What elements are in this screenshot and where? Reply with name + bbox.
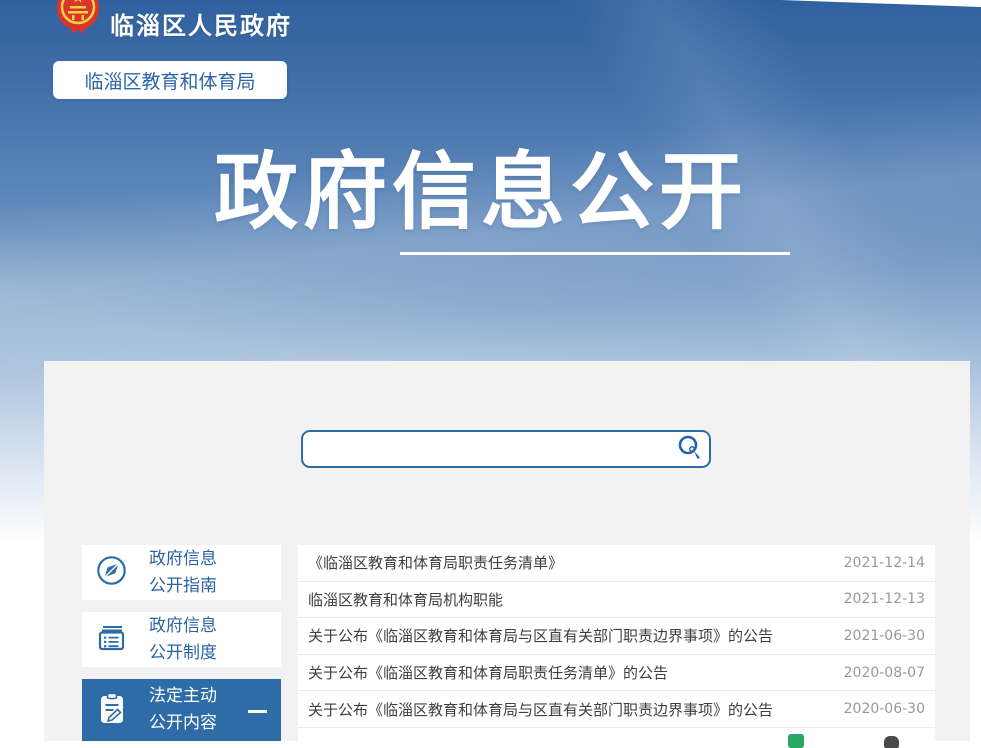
- article-row[interactable]: 临淄区教育和体育局机构职能 2021-12-13: [298, 582, 935, 619]
- article-list: 《临淄区教育和体育局职责任务清单》 2021-12-14 临淄区教育和体育局机构…: [298, 545, 935, 741]
- article-row[interactable]: 关于公布《临淄区教育和体育局职责任务清单》的公告 2020-08-07: [298, 655, 935, 692]
- book-list-icon: [96, 622, 127, 657]
- share-icon-green[interactable]: [788, 734, 804, 748]
- sidebar-item-label: 政府信息 公开制度: [149, 613, 217, 667]
- article-date: 2021-06-30: [844, 628, 925, 644]
- title-underline: [400, 252, 790, 255]
- article-date: 2021-12-14: [844, 555, 925, 571]
- national-emblem-icon: [55, 0, 101, 48]
- search-input[interactable]: [303, 434, 671, 464]
- article-link[interactable]: 关于公布《临淄区教育和体育局职责任务清单》的公告: [308, 662, 668, 683]
- article-date: 2020-08-07: [844, 665, 925, 681]
- minus-icon[interactable]: [248, 710, 267, 713]
- article-link[interactable]: 临淄区教育和体育局机构职能: [308, 589, 503, 610]
- article-link[interactable]: 关于公布《临淄区教育和体育局与区直有关部门职责边界事项》的公告: [308, 625, 773, 646]
- page-title: 政府信息公开: [0, 146, 962, 238]
- article-link[interactable]: 关于公布《临淄区教育和体育局与区直有关部门职责边界事项》的公告: [308, 699, 773, 720]
- sidebar-item-guide[interactable]: 政府信息 公开指南: [82, 545, 281, 600]
- article-date: 2021-12-13: [844, 591, 925, 607]
- department-tab-label: 临淄区教育和体育局: [84, 67, 255, 94]
- sidebar-item-statutory-disclosure[interactable]: 法定主动 公开内容: [82, 679, 281, 741]
- article-row[interactable]: 《临淄区教育和体育局职责任务清单》 2021-12-14: [298, 545, 935, 582]
- article-row[interactable]: 关于公布《临淄区教育和体育局与区直有关部门职责边界事项》的公告 2020-06-…: [298, 691, 935, 728]
- search-button[interactable]: [671, 432, 709, 466]
- sidebar-item-label: 法定主动 公开内容: [149, 683, 217, 737]
- search-box: [301, 430, 711, 468]
- compass-icon: [96, 555, 127, 590]
- article-date: 2020-06-30: [844, 701, 925, 717]
- site-title: 临淄区人民政府: [110, 6, 292, 41]
- article-link[interactable]: 《临淄区教育和体育局职责任务清单》: [308, 552, 563, 573]
- sidebar-item-system[interactable]: 政府信息 公开制度: [82, 612, 281, 667]
- search-icon: [676, 434, 704, 465]
- share-icon-dark[interactable]: [884, 736, 899, 748]
- department-tab-button[interactable]: 临淄区教育和体育局: [53, 61, 287, 99]
- sidebar-item-label: 政府信息 公开指南: [149, 546, 217, 600]
- clipboard-pen-icon: [96, 692, 127, 729]
- banner-corner-decoration: [781, 0, 981, 7]
- article-row[interactable]: 关于公布《临淄区教育和体育局与区直有关部门职责边界事项》的公告 2021-06-…: [298, 618, 935, 655]
